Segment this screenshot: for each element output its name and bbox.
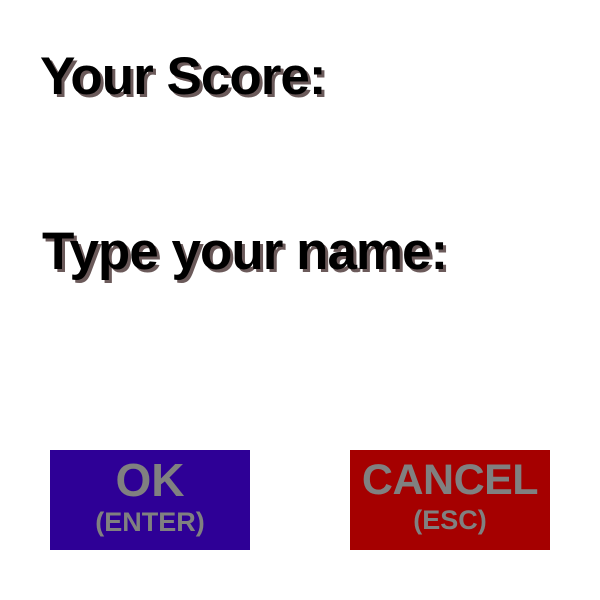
cancel-button[interactable]: CANCEL (ESC) — [350, 450, 550, 550]
name-prompt-label: Type your name: — [42, 222, 448, 281]
cancel-button-label: CANCEL — [361, 456, 539, 504]
high-score-dialog: Your Score: Type your name: OK (ENTER) C… — [0, 0, 600, 600]
ok-button-label: OK — [115, 454, 185, 506]
ok-button[interactable]: OK (ENTER) — [50, 450, 250, 550]
cancel-button-shortcut: (ESC) — [413, 505, 487, 535]
ok-button-shortcut: (ENTER) — [95, 507, 205, 537]
score-label: Your Score: — [40, 47, 326, 106]
